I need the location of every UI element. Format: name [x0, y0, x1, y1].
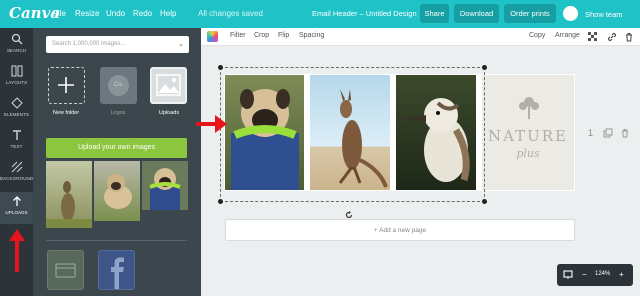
delete-page-icon[interactable] [620, 128, 630, 138]
resize-handle-bottom-left[interactable] [218, 199, 223, 204]
nav-uploads-label: UPLOADS [5, 210, 28, 215]
menu-file[interactable]: File [53, 9, 66, 18]
menu-help[interactable]: Help [160, 9, 176, 18]
uploads-folder-tile[interactable] [150, 67, 187, 104]
background-icon [11, 161, 22, 173]
card-tile[interactable] [47, 250, 84, 290]
red-arrow-right-annotation [196, 115, 227, 133]
layouts-icon [11, 65, 22, 77]
nature-text: NATURE [487, 127, 569, 145]
search-input[interactable]: Search 1,000,000 images... ⌄ [46, 36, 189, 53]
zoom-in-button[interactable]: + [619, 270, 624, 279]
uploads-panel: Search 1,000,000 images... ⌄ New folder … [33, 28, 201, 296]
red-arrow-up-annotation [9, 229, 25, 272]
zoom-level[interactable]: 124% [595, 271, 610, 277]
search-icon [11, 33, 22, 45]
search-placeholder: Search 1,000,000 images... [52, 41, 126, 47]
resize-handle-top-right[interactable] [482, 65, 487, 70]
uploaded-pug-sweater-thumb[interactable] [142, 161, 188, 210]
chevron-down-icon[interactable]: ⌄ [178, 36, 184, 53]
show-team-button[interactable]: Show team [585, 10, 623, 19]
nav-search[interactable]: SEARCH [0, 30, 33, 62]
nav-text[interactable]: TEXT [0, 126, 33, 158]
share-button[interactable]: Share [420, 4, 449, 23]
nav-background[interactable]: BACKGROUND [0, 158, 33, 190]
uploaded-kangaroo-thumb[interactable] [46, 161, 92, 228]
logos-badge-icon: Co. [108, 75, 129, 96]
nav-uploads[interactable]: UPLOADS [0, 192, 33, 224]
panel-divider [46, 240, 187, 241]
menu-undo[interactable]: Undo [106, 9, 125, 18]
pug-grass-thumb-image [104, 174, 132, 209]
spacing-button[interactable]: Spacing [299, 32, 324, 39]
color-picker-icon[interactable] [207, 31, 218, 42]
facebook-tile[interactable] [98, 250, 135, 290]
plus-text: plus [516, 147, 540, 160]
canvas-toolbar: Filter Crop Flip Spacing Copy Arrange [201, 28, 640, 46]
add-page-button[interactable]: + Add a new page [225, 219, 575, 241]
resize-handle-top-left[interactable] [218, 65, 223, 70]
upload-images-button[interactable]: Upload your own images [46, 138, 187, 158]
pug-sweater-thumb-image [149, 168, 181, 210]
menu-redo[interactable]: Redo [133, 9, 152, 18]
transparency-icon[interactable] [588, 32, 597, 41]
copy-button[interactable]: Copy [529, 32, 545, 39]
uploaded-pug-grass-thumb[interactable] [94, 161, 140, 221]
document-title[interactable]: Email Header – Untitled Design [312, 9, 417, 18]
nav-search-label: SEARCH [6, 48, 27, 53]
tree-logo-icon [519, 97, 539, 119]
uploads-label: Uploads [158, 110, 180, 116]
page-number: 1 [588, 128, 594, 138]
link-icon[interactable] [607, 32, 617, 42]
zoom-out-button[interactable]: − [582, 270, 587, 279]
nav-background-label: BACKGROUND [0, 176, 34, 181]
nav-layouts[interactable]: LAYOUTS [0, 62, 33, 94]
kangaroo-thumb-image [46, 181, 92, 228]
crop-button[interactable]: Crop [254, 32, 269, 39]
plus-icon [58, 77, 74, 93]
zoom-control: − 124% + [557, 264, 633, 286]
resize-handle-bottom-right[interactable] [482, 199, 487, 204]
filter-button[interactable]: Filter [230, 32, 246, 39]
nav-elements-label: ELEMENTS [3, 112, 30, 117]
trash-icon[interactable] [624, 32, 634, 42]
logos-label: Logos [110, 110, 126, 116]
text-icon [12, 130, 21, 140]
menu-resize[interactable]: Resize [75, 9, 99, 18]
elements-icon [10, 97, 23, 109]
flip-button[interactable]: Flip [278, 32, 289, 39]
top-bar: Canva File Resize Undo Redo Help All cha… [0, 0, 640, 28]
rotate-handle-icon[interactable] [345, 211, 353, 219]
team-avatar[interactable] [563, 6, 578, 21]
order-prints-button[interactable]: Order prints [504, 4, 556, 23]
editor-area: NATURE plus [201, 47, 640, 296]
image-icon [156, 74, 181, 96]
new-folder-label: New folder [52, 110, 80, 116]
nav-layouts-label: LAYOUTS [5, 80, 28, 85]
nav-text-label: TEXT [10, 144, 23, 149]
presentation-icon[interactable] [563, 270, 573, 280]
duplicate-page-icon[interactable] [603, 128, 613, 138]
canvas-nature-plus-image[interactable]: NATURE plus [482, 75, 574, 190]
nav-elements[interactable]: ELEMENTS [0, 94, 33, 126]
download-button[interactable]: Download [454, 4, 499, 23]
logos-tile[interactable]: Co. [100, 67, 137, 104]
card-icon [55, 263, 76, 278]
save-status: All changes saved [198, 9, 263, 18]
facebook-icon [111, 257, 124, 289]
upload-icon [12, 196, 21, 206]
new-folder-tile[interactable] [48, 67, 85, 104]
arrange-button[interactable]: Arrange [555, 32, 580, 39]
selection-box[interactable] [218, 65, 487, 204]
